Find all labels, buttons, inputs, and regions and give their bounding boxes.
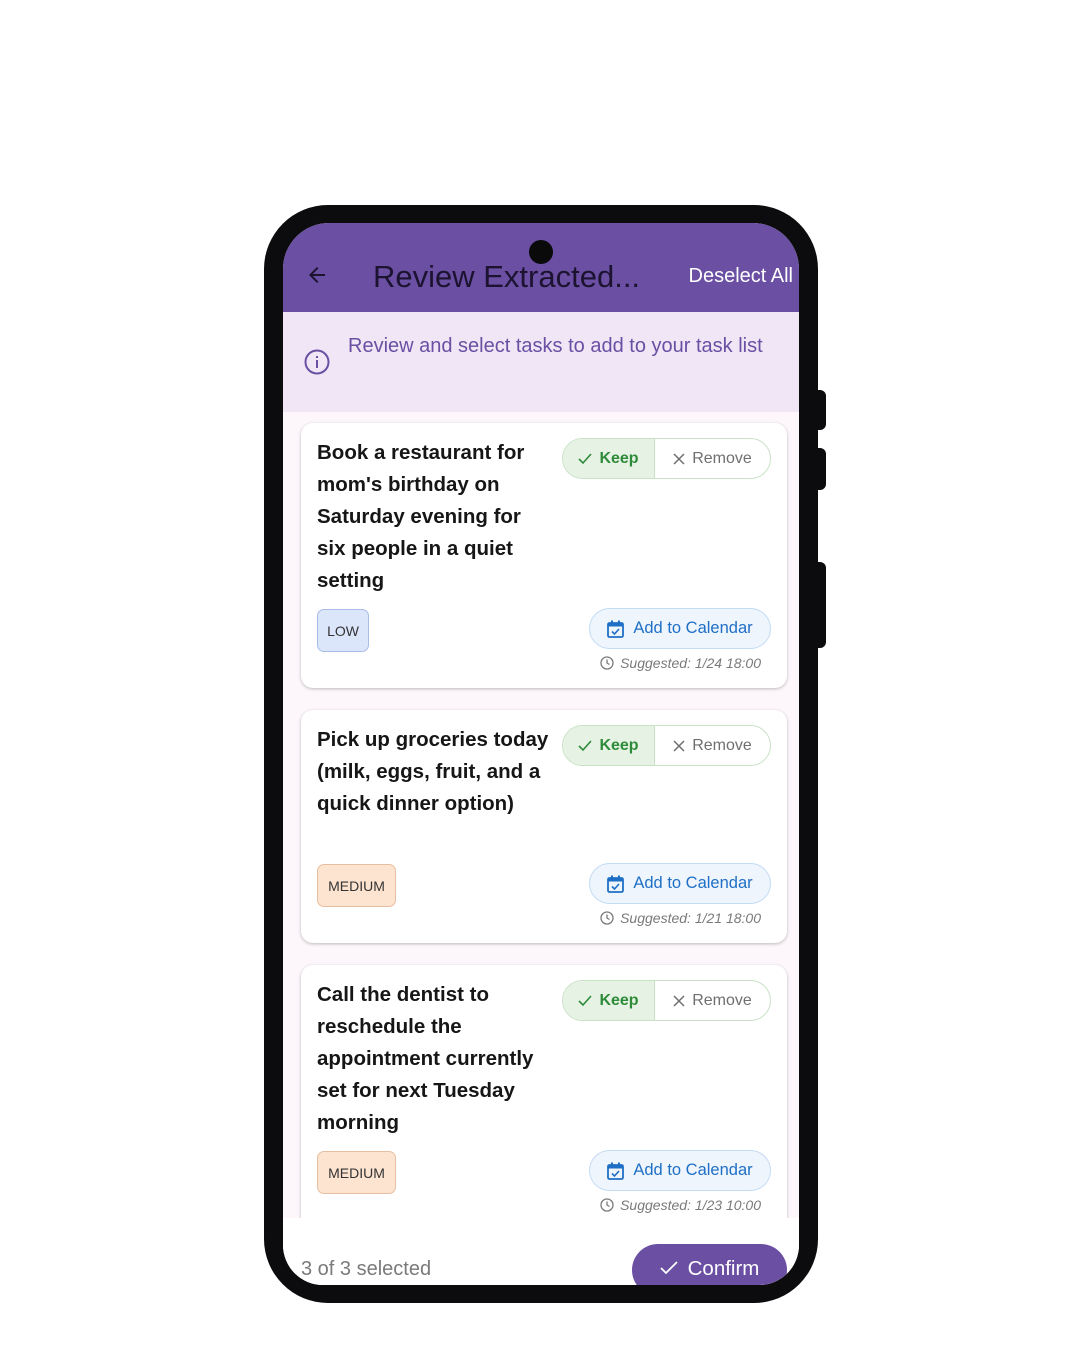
- check-icon: [659, 1261, 678, 1275]
- add-to-calendar-button[interactable]: Add to Calendar: [589, 1150, 771, 1191]
- task-title: Book a restaurant for mom's birthday on …: [317, 441, 525, 592]
- keep-remove-toggle: Keep Remove: [562, 725, 771, 766]
- check-icon: [578, 994, 593, 1006]
- task-card: Book a restaurant for mom's birthday on …: [301, 423, 787, 688]
- task-card: Call the dentist to reschedule the appoi…: [301, 965, 787, 1235]
- add-to-calendar-button[interactable]: Add to Calendar: [589, 608, 771, 649]
- info-icon: [304, 349, 330, 375]
- add-to-calendar-button[interactable]: Add to Calendar: [589, 863, 771, 904]
- calendar-label: Add to Calendar: [633, 1161, 753, 1179]
- calendar-label: Add to Calendar: [633, 619, 753, 637]
- keep-button[interactable]: Keep: [563, 726, 655, 765]
- page-title: Review Extracted...: [373, 259, 641, 294]
- remove-label: Remove: [692, 736, 752, 754]
- suggested-time: Suggested: 1/24 18:00: [600, 655, 761, 671]
- remove-button[interactable]: Remove: [655, 439, 770, 478]
- clock-icon: [600, 911, 614, 925]
- calendar-icon: [607, 620, 625, 638]
- task-title: Pick up groceries today (milk, eggs, fru…: [317, 728, 549, 815]
- suggested-text: Suggested: 1/24 18:00: [620, 655, 761, 671]
- check-icon: [578, 739, 593, 751]
- app-screen: Review Extracted... Deselect All Review …: [283, 223, 799, 1285]
- selected-count: 3 of 3 selected: [301, 1258, 432, 1280]
- remove-button[interactable]: Remove: [655, 981, 770, 1020]
- deselect-all-button[interactable]: Deselect All: [689, 265, 794, 288]
- suggested-time: Suggested: 1/23 10:00: [600, 1197, 761, 1213]
- task-card: Pick up groceries today (milk, eggs, fru…: [301, 710, 787, 943]
- priority-badge: MEDIUM: [317, 1151, 396, 1194]
- remove-button[interactable]: Remove: [655, 726, 770, 765]
- remove-label: Remove: [692, 449, 752, 467]
- power-button: [816, 562, 826, 648]
- suggested-text: Suggested: 1/21 18:00: [620, 910, 761, 926]
- keep-label: Keep: [599, 449, 639, 467]
- app-bar: Review Extracted... Deselect All: [283, 223, 799, 312]
- camera-cutout: [529, 240, 553, 264]
- priority-badge: MEDIUM: [317, 864, 396, 907]
- keep-button[interactable]: Keep: [563, 981, 655, 1020]
- keep-label: Keep: [599, 736, 639, 754]
- clock-icon: [600, 1198, 614, 1212]
- keep-remove-toggle: Keep Remove: [562, 438, 771, 479]
- keep-label: Keep: [599, 991, 639, 1009]
- clock-icon: [600, 656, 614, 670]
- volume-up-button: [816, 390, 826, 430]
- calendar-icon: [607, 1162, 625, 1180]
- check-icon: [578, 452, 593, 464]
- task-title: Call the dentist to reschedule the appoi…: [317, 983, 534, 1134]
- confirm-label: Confirm: [687, 1257, 760, 1280]
- banner-text: Review and select tasks to add to your t…: [348, 335, 763, 357]
- calendar-icon: [607, 875, 625, 893]
- info-banner: Review and select tasks to add to your t…: [283, 312, 799, 412]
- suggested-time: Suggested: 1/21 18:00: [600, 910, 761, 926]
- confirm-button[interactable]: Confirm: [632, 1244, 787, 1285]
- calendar-label: Add to Calendar: [633, 874, 753, 892]
- volume-down-button: [816, 448, 826, 490]
- close-icon: [673, 452, 685, 465]
- close-icon: [673, 994, 685, 1007]
- back-arrow-icon[interactable]: [305, 263, 329, 287]
- remove-label: Remove: [692, 991, 752, 1009]
- bottom-action-bar: 3 of 3 selected Confirm: [283, 1218, 799, 1285]
- keep-button[interactable]: Keep: [563, 439, 655, 478]
- priority-badge: LOW: [317, 609, 369, 652]
- keep-remove-toggle: Keep Remove: [562, 980, 771, 1021]
- suggested-text: Suggested: 1/23 10:00: [620, 1197, 761, 1213]
- close-icon: [673, 739, 685, 752]
